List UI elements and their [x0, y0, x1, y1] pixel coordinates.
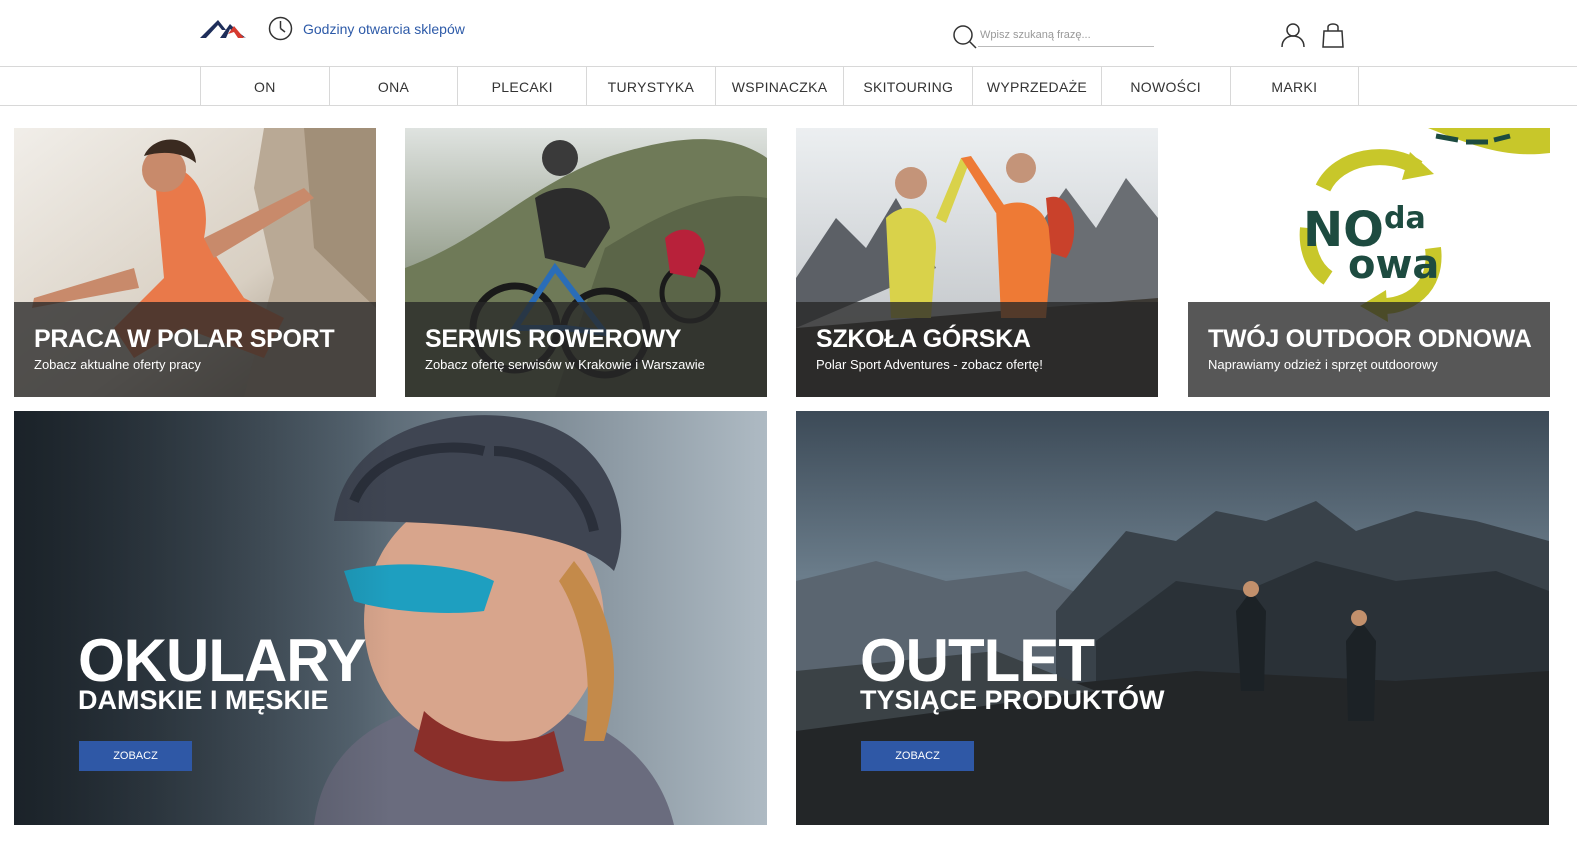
main-navigation: ON ONA PLECAKI TURYSTYKA WSPINACZKA SKIT… [0, 66, 1577, 106]
nav-item-marki[interactable]: MARKI [1231, 67, 1360, 106]
tile-caption-bar: SERWIS ROWEROWY Zobacz ofertę serwisów w… [405, 302, 767, 397]
tile-title: PRACA W POLAR SPORT [34, 325, 335, 353]
tile-title: TWÓJ OUTDOOR ODNOWA [1208, 325, 1532, 353]
banner-okulary[interactable]: OKULARY DAMSKIE I MĘSKIE ZOBACZ [14, 411, 767, 825]
clock-icon [268, 16, 293, 41]
tile-subtitle: Naprawiamy odzież i sprzęt outdoorowy [1208, 357, 1438, 372]
tile-caption-bar: PRACA W POLAR SPORT Zobacz aktualne ofer… [14, 302, 376, 397]
banner-outlet[interactable]: OUTLET TYSIĄCE PRODUKTÓW ZOBACZ [796, 411, 1549, 825]
tile-praca[interactable]: PRACA W POLAR SPORT Zobacz aktualne ofer… [14, 128, 376, 397]
site-header: Godziny otwarcia sklepów [0, 0, 1577, 66]
tile-title: SZKOŁA GÓRSKA [816, 325, 1031, 353]
nav-item-nowosci[interactable]: NOWOŚCI [1102, 67, 1231, 106]
nav-item-wspinaczka[interactable]: WSPINACZKA [716, 67, 845, 106]
tile-caption-bar: SZKOŁA GÓRSKA Polar Sport Adventures - z… [796, 302, 1158, 397]
tile-szkola[interactable]: SZKOŁA GÓRSKA Polar Sport Adventures - z… [796, 128, 1158, 397]
search-input[interactable] [978, 24, 1154, 47]
tile-title: SERWIS ROWEROWY [425, 325, 682, 353]
store-hours-link[interactable]: Godziny otwarcia sklepów [268, 16, 465, 41]
banner-subtitle: TYSIĄCE PRODUKTÓW [860, 685, 1165, 715]
tile-caption-bar: TWÓJ OUTDOOR ODNOWA Naprawiamy odzież i … [1188, 302, 1550, 397]
zobacz-button[interactable]: ZOBACZ [79, 741, 192, 771]
user-icon[interactable] [1280, 22, 1306, 48]
search-icon[interactable] [952, 24, 978, 50]
tile-subtitle: Polar Sport Adventures - zobacz ofertę! [816, 357, 1043, 372]
nav-item-plecaki[interactable]: PLECAKI [458, 67, 588, 106]
tile-odnowa[interactable]: NO da owa TWÓJ OUTDOOR ODNOWA Naprawiamy… [1188, 128, 1550, 397]
svg-text:owa: owa [1348, 242, 1439, 288]
svg-text:da: da [1384, 201, 1426, 236]
search-bar [952, 22, 1154, 50]
zobacz-button[interactable]: ZOBACZ [861, 741, 974, 771]
shopping-bag-icon[interactable] [1322, 21, 1344, 49]
tile-subtitle: Zobacz aktualne oferty pracy [34, 357, 201, 372]
nav-item-wyprzedaze[interactable]: WYPRZEDAŻE [973, 67, 1102, 106]
banner-title: OUTLET [860, 627, 1095, 694]
store-hours-label: Godziny otwarcia sklepów [303, 20, 465, 37]
nav-item-on[interactable]: ON [201, 67, 330, 106]
nav-item-ona[interactable]: ONA [330, 67, 459, 106]
nav-item-turystyka[interactable]: TURYSTYKA [587, 67, 716, 106]
tile-serwis[interactable]: SERWIS ROWEROWY Zobacz ofertę serwisów w… [405, 128, 767, 397]
nav-items: ON ONA PLECAKI TURYSTYKA WSPINACZKA SKIT… [200, 67, 1360, 106]
banner-title: OKULARY [78, 627, 366, 694]
mountain-logo-icon[interactable] [200, 16, 246, 40]
banner-subtitle: DAMSKIE I MĘSKIE [78, 685, 329, 715]
nav-item-skitouring[interactable]: SKITOURING [844, 67, 974, 106]
tile-subtitle: Zobacz ofertę serwisów w Krakowie i Wars… [425, 357, 705, 372]
